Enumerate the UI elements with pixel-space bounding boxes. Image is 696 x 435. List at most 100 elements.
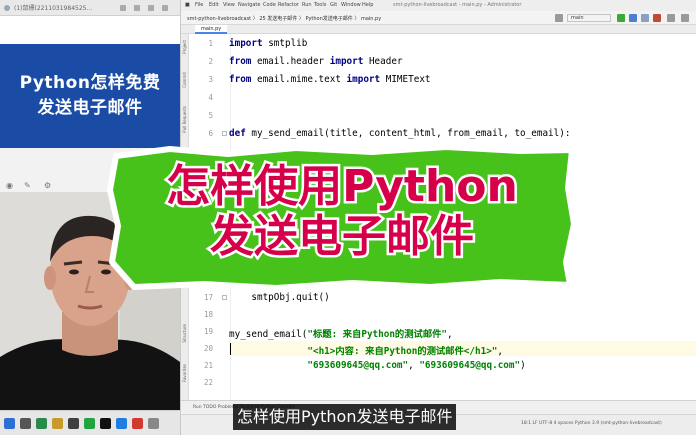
line-number: 18 (203, 310, 213, 319)
status-info[interactable]: 18:1 LF UTF-8 4 spaces Python 3.9 (smt-p… (521, 421, 662, 426)
project-tool-tab[interactable]: Project (182, 40, 187, 54)
brush-icon[interactable]: ✎ (24, 181, 31, 190)
debug-icon[interactable] (629, 14, 637, 22)
left-panel-header-area (0, 16, 180, 44)
microphone-icon[interactable]: ◉ (6, 181, 13, 190)
video-subtitle: 怎样使用Python发送电子邮件 (233, 404, 457, 430)
code-line: from email.header import Header (229, 56, 403, 67)
terminal-icon[interactable] (68, 418, 79, 429)
promo-title-line-2: 发送电子邮件 (208, 209, 477, 264)
code-string: "<h1>内容: 来自Python的测试邮件</h1>" (307, 346, 498, 357)
code-line: my_send_email("标题: 来自Python的测试邮件", (229, 326, 453, 340)
code-string: "693609645@qq.com" (419, 360, 521, 371)
chrome-icon[interactable] (36, 418, 47, 429)
code-line: "693609645@qq.com", "693609645@qq.com") (229, 360, 526, 371)
code-string: "693609645@qq.com" (307, 360, 409, 371)
left-window-title: (1)鼠標(2211031984525... (14, 5, 93, 12)
code-text: email.mime.text (251, 74, 347, 85)
line-number: 6 (208, 129, 213, 138)
folder-icon[interactable] (52, 418, 63, 429)
app-icon[interactable] (148, 418, 159, 429)
fold-marker-icon[interactable] (222, 295, 227, 300)
browser-icon[interactable] (116, 418, 127, 429)
minimize-icon[interactable] (134, 5, 140, 11)
banner-line-2: 发送电子邮件 (37, 98, 143, 118)
code-text: my_send_email(title, content_html, from_… (245, 128, 571, 139)
menu-refactor[interactable]: Refactor (278, 2, 299, 8)
breadcrumb[interactable]: smt-python-livebroadcast 〉 25 发送电子邮件 〉 P… (187, 15, 381, 22)
coverage-icon[interactable] (641, 14, 649, 22)
menu-window[interactable]: Window (341, 2, 361, 8)
course-banner: Python怎样免费 发送电子邮件 (0, 44, 180, 148)
code-text: , (447, 329, 453, 340)
code-string: "标题: 来自Python的测试邮件" (307, 329, 448, 340)
code-text: smtpObj.quit() (229, 292, 330, 303)
line-number: 1 (208, 39, 213, 48)
maximize-icon[interactable] (148, 5, 154, 11)
menu-view[interactable]: View (223, 2, 235, 8)
banner-line-1: Python怎样免费 (19, 73, 161, 93)
taskbar (0, 410, 180, 435)
code-line: import smtplib (229, 38, 307, 49)
promo-banner: 怎样使用Python 发送电子邮件 (108, 148, 576, 283)
structure-tool-tab[interactable]: Structure (182, 324, 187, 343)
code-text: , (408, 360, 420, 371)
search-icon[interactable] (20, 418, 31, 429)
wechat-icon[interactable] (84, 418, 95, 429)
menu-bar: ■ File Edit View Navigate Code Refactor … (181, 0, 696, 11)
pycharm-logo-icon: ■ (185, 2, 190, 8)
left-window-titlebar: (1)鼠標(2211031984525... (0, 0, 180, 16)
menu-edit[interactable]: Edit (209, 2, 219, 8)
settings-icon[interactable]: ⚙ (44, 181, 51, 190)
menu-git[interactable]: Git (330, 2, 337, 8)
code-text: email.header (251, 56, 330, 67)
line-number: 2 (208, 57, 213, 66)
tab-main-py[interactable]: main.py (195, 25, 228, 34)
editor-tab-bar: main.py (181, 25, 696, 34)
menu-tools[interactable]: Tools (314, 2, 326, 8)
close-icon[interactable] (162, 5, 168, 11)
code-text: my_send_email( (229, 329, 308, 340)
menu-code[interactable]: Code (263, 2, 276, 8)
app-icon (4, 5, 10, 11)
code-text: ) (520, 360, 526, 371)
line-number: 21 (203, 361, 213, 370)
code-line: def my_send_email(title, content_html, f… (229, 128, 570, 139)
run-icon[interactable] (617, 14, 625, 22)
code-line: "<h1>内容: 来自Python的测试邮件</h1>", (229, 343, 503, 357)
code-text: Header (363, 56, 403, 67)
code-line: smtpObj.quit() (229, 292, 330, 303)
code-keyword: import (329, 56, 364, 67)
code-text: smtplib (262, 38, 308, 49)
pycharm-icon[interactable] (100, 418, 111, 429)
line-number: 17 (203, 293, 213, 302)
recorder-icon[interactable] (132, 418, 143, 429)
pull-requests-tool-tab[interactable]: Pull Requests (182, 106, 187, 133)
pin-icon[interactable] (120, 5, 126, 11)
settings-icon[interactable] (681, 14, 689, 22)
menu-navigate[interactable]: Navigate (238, 2, 260, 8)
code-keyword: import (346, 74, 381, 85)
code-text: MIMEText (380, 74, 431, 85)
line-number: 20 (203, 344, 213, 353)
navigation-bar: smt-python-livebroadcast 〉 25 发送电子邮件 〉 P… (181, 11, 696, 25)
menu-file[interactable]: File (195, 2, 203, 8)
start-icon[interactable] (4, 418, 15, 429)
menu-run[interactable]: Run (302, 2, 312, 8)
run-configuration-select[interactable]: main (567, 14, 611, 22)
user-icon[interactable] (555, 14, 563, 22)
project-title: smt-python-livebroadcast - main.py - Adm… (393, 2, 522, 8)
code-keyword: from (229, 74, 252, 85)
line-number: 22 (203, 378, 213, 387)
search-icon[interactable] (667, 14, 675, 22)
commit-tool-tab[interactable]: Commit (182, 72, 187, 88)
line-number: 3 (208, 75, 213, 84)
menu-help[interactable]: Help (362, 2, 373, 8)
fold-marker-icon[interactable] (222, 131, 227, 136)
code-text: , (497, 346, 504, 357)
code-keyword: import (229, 38, 263, 49)
favorites-tool-tab[interactable]: Favorites (182, 364, 187, 382)
stop-icon[interactable] (653, 14, 661, 22)
